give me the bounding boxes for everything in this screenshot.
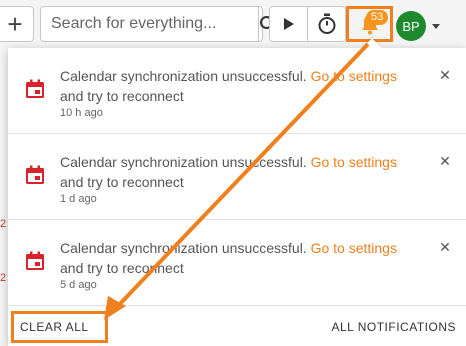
notification-text-end: and try to reconnect [60, 174, 184, 190]
notification-text: Calendar synchronization unsuccessful. [60, 68, 311, 84]
notification-item[interactable]: Calendar synchronization unsuccessful. G… [8, 134, 466, 220]
notifications-bell-button[interactable]: 53 [346, 6, 393, 42]
notification-text-end: and try to reconnect [60, 260, 184, 276]
notification-text-end: and try to reconnect [60, 88, 184, 104]
notification-text: Calendar synchronization unsuccessful. [60, 154, 311, 170]
add-button[interactable]: + [0, 6, 34, 42]
notification-text: Calendar synchronization unsuccessful. [60, 240, 311, 256]
stopwatch-icon [318, 13, 335, 34]
notification-message: Calendar synchronization unsuccessful. G… [60, 152, 420, 192]
search-input[interactable] [41, 7, 258, 41]
chevron-down-icon[interactable] [432, 24, 440, 29]
notification-message: Calendar synchronization unsuccessful. G… [60, 66, 420, 106]
calendar-icon [26, 165, 44, 184]
clear-all-button[interactable]: CLEAR ALL [11, 311, 108, 343]
search-bar [40, 6, 277, 42]
background-hint: 2 [0, 272, 7, 284]
popup-footer: CLEAR ALL ALL NOTIFICATIONS [8, 306, 466, 346]
calendar-icon [26, 79, 44, 98]
add-label: + [7, 9, 23, 39]
top-toolbar: + 53 BP [0, 0, 466, 48]
go-to-settings-link[interactable]: Go to settings [311, 68, 397, 84]
close-icon[interactable]: ✕ [438, 240, 452, 254]
go-to-settings-link[interactable]: Go to settings [311, 154, 397, 170]
notification-message: Calendar synchronization unsuccessful. G… [60, 238, 420, 278]
background-hint: 2 [0, 218, 7, 230]
stopwatch-button[interactable] [307, 7, 345, 41]
close-icon[interactable]: ✕ [438, 154, 452, 168]
notification-timestamp: 5 d ago [60, 279, 97, 291]
clear-all-label: CLEAR ALL [20, 320, 89, 334]
notification-item[interactable]: Calendar synchronization unsuccessful. G… [8, 48, 466, 134]
go-to-settings-link[interactable]: Go to settings [311, 240, 397, 256]
avatar-initials: BP [402, 18, 420, 34]
notifications-popup: Calendar synchronization unsuccessful. G… [8, 38, 466, 346]
all-notifications-link[interactable]: ALL NOTIFICATIONS [331, 320, 456, 334]
play-button[interactable] [270, 7, 307, 41]
play-icon [283, 18, 294, 30]
calendar-icon [26, 251, 44, 270]
user-avatar[interactable]: BP [396, 11, 426, 41]
notification-timestamp: 1 d ago [60, 193, 97, 205]
notification-item[interactable]: Calendar synchronization unsuccessful. G… [8, 220, 466, 306]
timer-controls [269, 6, 346, 42]
close-icon[interactable]: ✕ [438, 68, 452, 82]
notification-timestamp: 10 h ago [60, 107, 103, 119]
notification-count-badge: 53 [366, 10, 389, 25]
